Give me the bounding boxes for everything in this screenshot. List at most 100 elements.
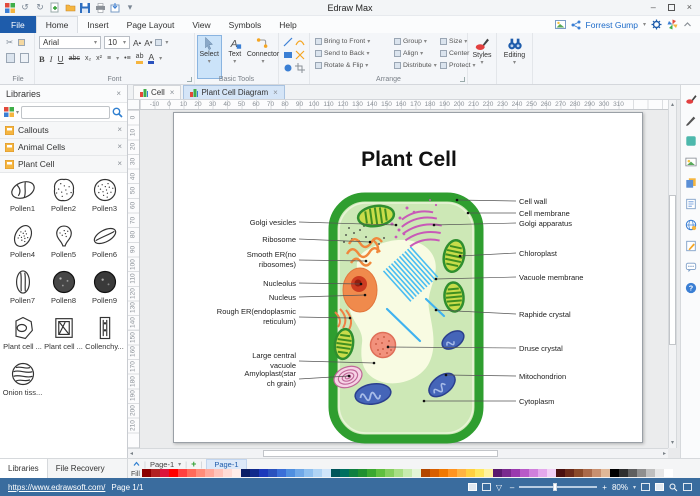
- color-swatch-8b0000[interactable]: [141, 469, 151, 477]
- diagram-label-cell-wall[interactable]: Cell wall: [519, 197, 547, 206]
- libraries-close-icon[interactable]: ×: [116, 89, 121, 98]
- menu-tab-view[interactable]: View: [183, 16, 219, 33]
- library-item-pollen3-2[interactable]: Pollen3: [84, 176, 125, 222]
- font-family-select[interactable]: Arial ▾: [39, 36, 101, 49]
- format-painter-icon[interactable]: [18, 39, 26, 46]
- color-swatch-d080dc[interactable]: [528, 469, 538, 477]
- color-swatch-c89070[interactable]: [591, 469, 601, 477]
- diagram-label-druse-crystal[interactable]: Druse crystal: [519, 344, 563, 353]
- color-swatch-e4f6d7[interactable]: [411, 469, 421, 477]
- color-swatch-ffd040[interactable]: [465, 469, 475, 477]
- collapse-ribbon-icon[interactable]: [683, 21, 692, 28]
- maximize-button[interactable]: [667, 4, 675, 11]
- library-panel-icon[interactable]: [685, 177, 697, 189]
- undo-icon[interactable]: ↺: [19, 2, 31, 14]
- color-swatch-ff4040[interactable]: [177, 469, 187, 477]
- color-swatch-ff9420[interactable]: [447, 469, 457, 477]
- font-size-select[interactable]: 10 ▾: [104, 36, 130, 49]
- library-search-input[interactable]: [21, 105, 110, 119]
- line-tool-icon[interactable]: [283, 37, 294, 49]
- color-swatch-ffb340[interactable]: [456, 469, 466, 477]
- panel-tab-libraries[interactable]: Libraries: [0, 459, 48, 478]
- add-page-button[interactable]: +: [191, 459, 196, 469]
- select-tool-button[interactable]: Select ▾: [197, 35, 222, 79]
- cut-icon[interactable]: ✂: [6, 37, 13, 48]
- crop-tool-icon[interactable]: [295, 63, 306, 75]
- panel-tab-file-recovery[interactable]: File Recovery: [48, 459, 113, 478]
- color-swatch-aa6a4a[interactable]: [582, 469, 592, 477]
- italic-button[interactable]: I: [50, 54, 53, 64]
- color-swatch-7a2a8e[interactable]: [501, 469, 511, 477]
- zoom-in-button[interactable]: +: [602, 483, 607, 492]
- library-item-collenchy-11[interactable]: Collenchy...: [84, 314, 125, 360]
- underline-button[interactable]: U: [58, 54, 64, 64]
- color-swatch-102a8c[interactable]: [249, 469, 259, 477]
- color-swatch-ffc4bb[interactable]: [213, 469, 223, 477]
- hyperlink-globe-icon[interactable]: [685, 219, 697, 231]
- library-item-pollen1-0[interactable]: Pollen1: [2, 176, 43, 222]
- color-swatch-8f8f8f[interactable]: [636, 469, 646, 477]
- document-edit-icon[interactable]: [685, 240, 697, 252]
- color-swatch-a8df85[interactable]: [393, 469, 403, 477]
- close-icon[interactable]: ×: [117, 160, 122, 168]
- page-nav-dropdown-icon[interactable]: ▾: [178, 461, 181, 468]
- diagram-label-raphide-crystal[interactable]: Raphide crystal: [519, 310, 571, 319]
- strikethrough-button[interactable]: abc: [69, 55, 80, 62]
- library-item-pollen8-7[interactable]: Pollen8: [43, 268, 84, 314]
- connector-tool-button[interactable]: Connector ▾: [247, 35, 279, 79]
- diagram-label-smooth-er-no-ribosomes[interactable]: Smooth ER(no ribosomes): [247, 250, 297, 269]
- color-swatch-1c39bb[interactable]: [258, 469, 268, 477]
- color-swatch-5fbf3f[interactable]: [375, 469, 385, 477]
- color-swatch-ffdcd6[interactable]: [222, 469, 232, 477]
- subscript-button[interactable]: x₂: [85, 55, 91, 62]
- color-swatch-dc143c[interactable]: [159, 469, 169, 477]
- filter-view-icon[interactable]: ▽: [496, 483, 505, 492]
- page-tab[interactable]: Page-1: [206, 459, 247, 469]
- help-icon[interactable]: ?: [685, 282, 697, 294]
- color-swatch-ffeeea[interactable]: [231, 469, 241, 477]
- library-grid-icon[interactable]: [4, 107, 14, 117]
- arrange-bring-to-front[interactable]: Bring to Front ▾: [315, 35, 370, 47]
- diagram-title[interactable]: Plant Cell: [361, 148, 457, 171]
- color-swatch-ff8c7a[interactable]: [195, 469, 205, 477]
- fill-color-panel-icon[interactable]: [685, 135, 697, 147]
- zoom-level[interactable]: 80%: [612, 483, 628, 492]
- diagram-label-nucleus[interactable]: Nucleus: [269, 293, 296, 302]
- color-swatch-d85f00[interactable]: [429, 469, 439, 477]
- menu-tab-page-layout[interactable]: Page Layout: [118, 16, 184, 33]
- account-name[interactable]: Forrest Gump: [586, 20, 638, 30]
- normal-view-icon[interactable]: [467, 483, 477, 491]
- library-item-pollen5-4[interactable]: Pollen5: [43, 222, 84, 268]
- color-swatch-6fa8e8[interactable]: [294, 469, 304, 477]
- color-swatch-4f8fe0[interactable]: [285, 469, 295, 477]
- menu-tab-home[interactable]: Home: [35, 16, 79, 33]
- color-swatch-2f2f2f[interactable]: [618, 469, 628, 477]
- export-icon[interactable]: [109, 2, 121, 14]
- color-swatch-0b1f66[interactable]: [240, 469, 250, 477]
- library-section-animal-cells[interactable]: Animal Cells ×: [0, 139, 127, 156]
- diagram-label-nucleolus[interactable]: Nucleolus: [263, 279, 296, 288]
- library-section-plant-cell[interactable]: Plant Cell ×: [0, 156, 127, 173]
- increase-font-icon[interactable]: A ▴: [133, 38, 141, 48]
- superscript-button[interactable]: x²: [96, 55, 102, 62]
- color-swatch-b34700[interactable]: [420, 469, 430, 477]
- close-icon[interactable]: ×: [273, 88, 278, 97]
- share-icon[interactable]: [571, 20, 581, 30]
- color-swatch-ff0000[interactable]: [168, 469, 178, 477]
- color-swatch-e0b898[interactable]: [600, 469, 610, 477]
- highlight-icon[interactable]: [155, 39, 163, 46]
- color-swatch-5f5f5f[interactable]: [627, 469, 637, 477]
- new-document-icon[interactable]: [49, 2, 61, 14]
- color-swatch-c8ecaf[interactable]: [402, 469, 412, 477]
- vertical-scrollbar-thumb[interactable]: [669, 195, 676, 345]
- font-dialog-launcher[interactable]: [187, 77, 192, 82]
- minimize-button[interactable]: –: [651, 3, 656, 12]
- styles-panel-icon[interactable]: [685, 93, 697, 105]
- color-swatch-1f9030[interactable]: [357, 469, 367, 477]
- magnifier-icon[interactable]: [669, 483, 678, 492]
- ellipse-tool-icon[interactable]: [283, 63, 294, 75]
- note-panel-icon[interactable]: [685, 198, 697, 210]
- color-swatch-f2d0f6[interactable]: [546, 469, 556, 477]
- library-item-onion-tiss-12[interactable]: Onion tiss...: [2, 360, 43, 406]
- arrange-align[interactable]: Align ▾: [394, 47, 437, 59]
